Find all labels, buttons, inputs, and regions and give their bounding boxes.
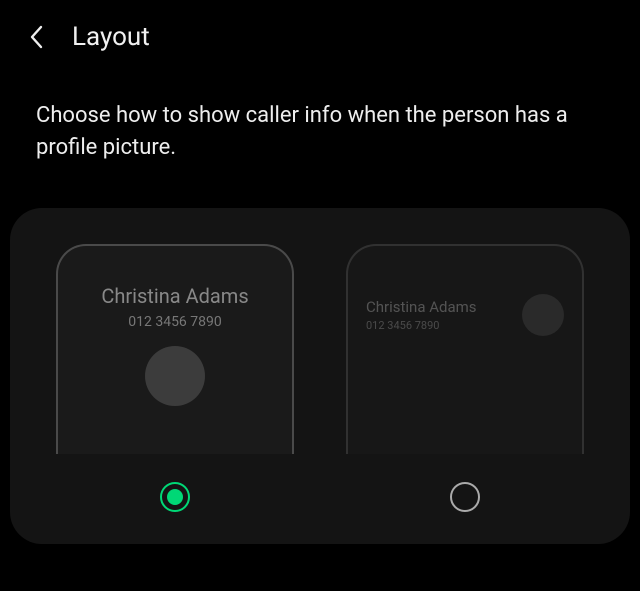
- description-text: Choose how to show caller info when the …: [0, 68, 640, 208]
- radio-centered[interactable]: [160, 482, 190, 512]
- caller-name: Christina Adams: [101, 284, 248, 308]
- layout-options-panel: Christina Adams 012 3456 7890 Christina …: [10, 208, 630, 544]
- page-title: Layout: [72, 22, 150, 52]
- layout-option-compact[interactable]: Christina Adams 012 3456 7890: [346, 244, 584, 512]
- radio-selected-indicator: [167, 489, 183, 505]
- header: Layout: [0, 0, 640, 68]
- radio-compact[interactable]: [450, 482, 480, 512]
- phone-preview-centered: Christina Adams 012 3456 7890: [56, 244, 294, 454]
- caller-name: Christina Adams: [366, 298, 510, 316]
- layout-option-centered[interactable]: Christina Adams 012 3456 7890: [56, 244, 294, 512]
- caller-number: 012 3456 7890: [128, 314, 222, 330]
- avatar-icon: [145, 346, 205, 406]
- avatar-icon: [522, 294, 564, 336]
- caller-number: 012 3456 7890: [366, 319, 510, 332]
- back-icon[interactable]: [24, 25, 48, 49]
- phone-preview-compact: Christina Adams 012 3456 7890: [346, 244, 584, 454]
